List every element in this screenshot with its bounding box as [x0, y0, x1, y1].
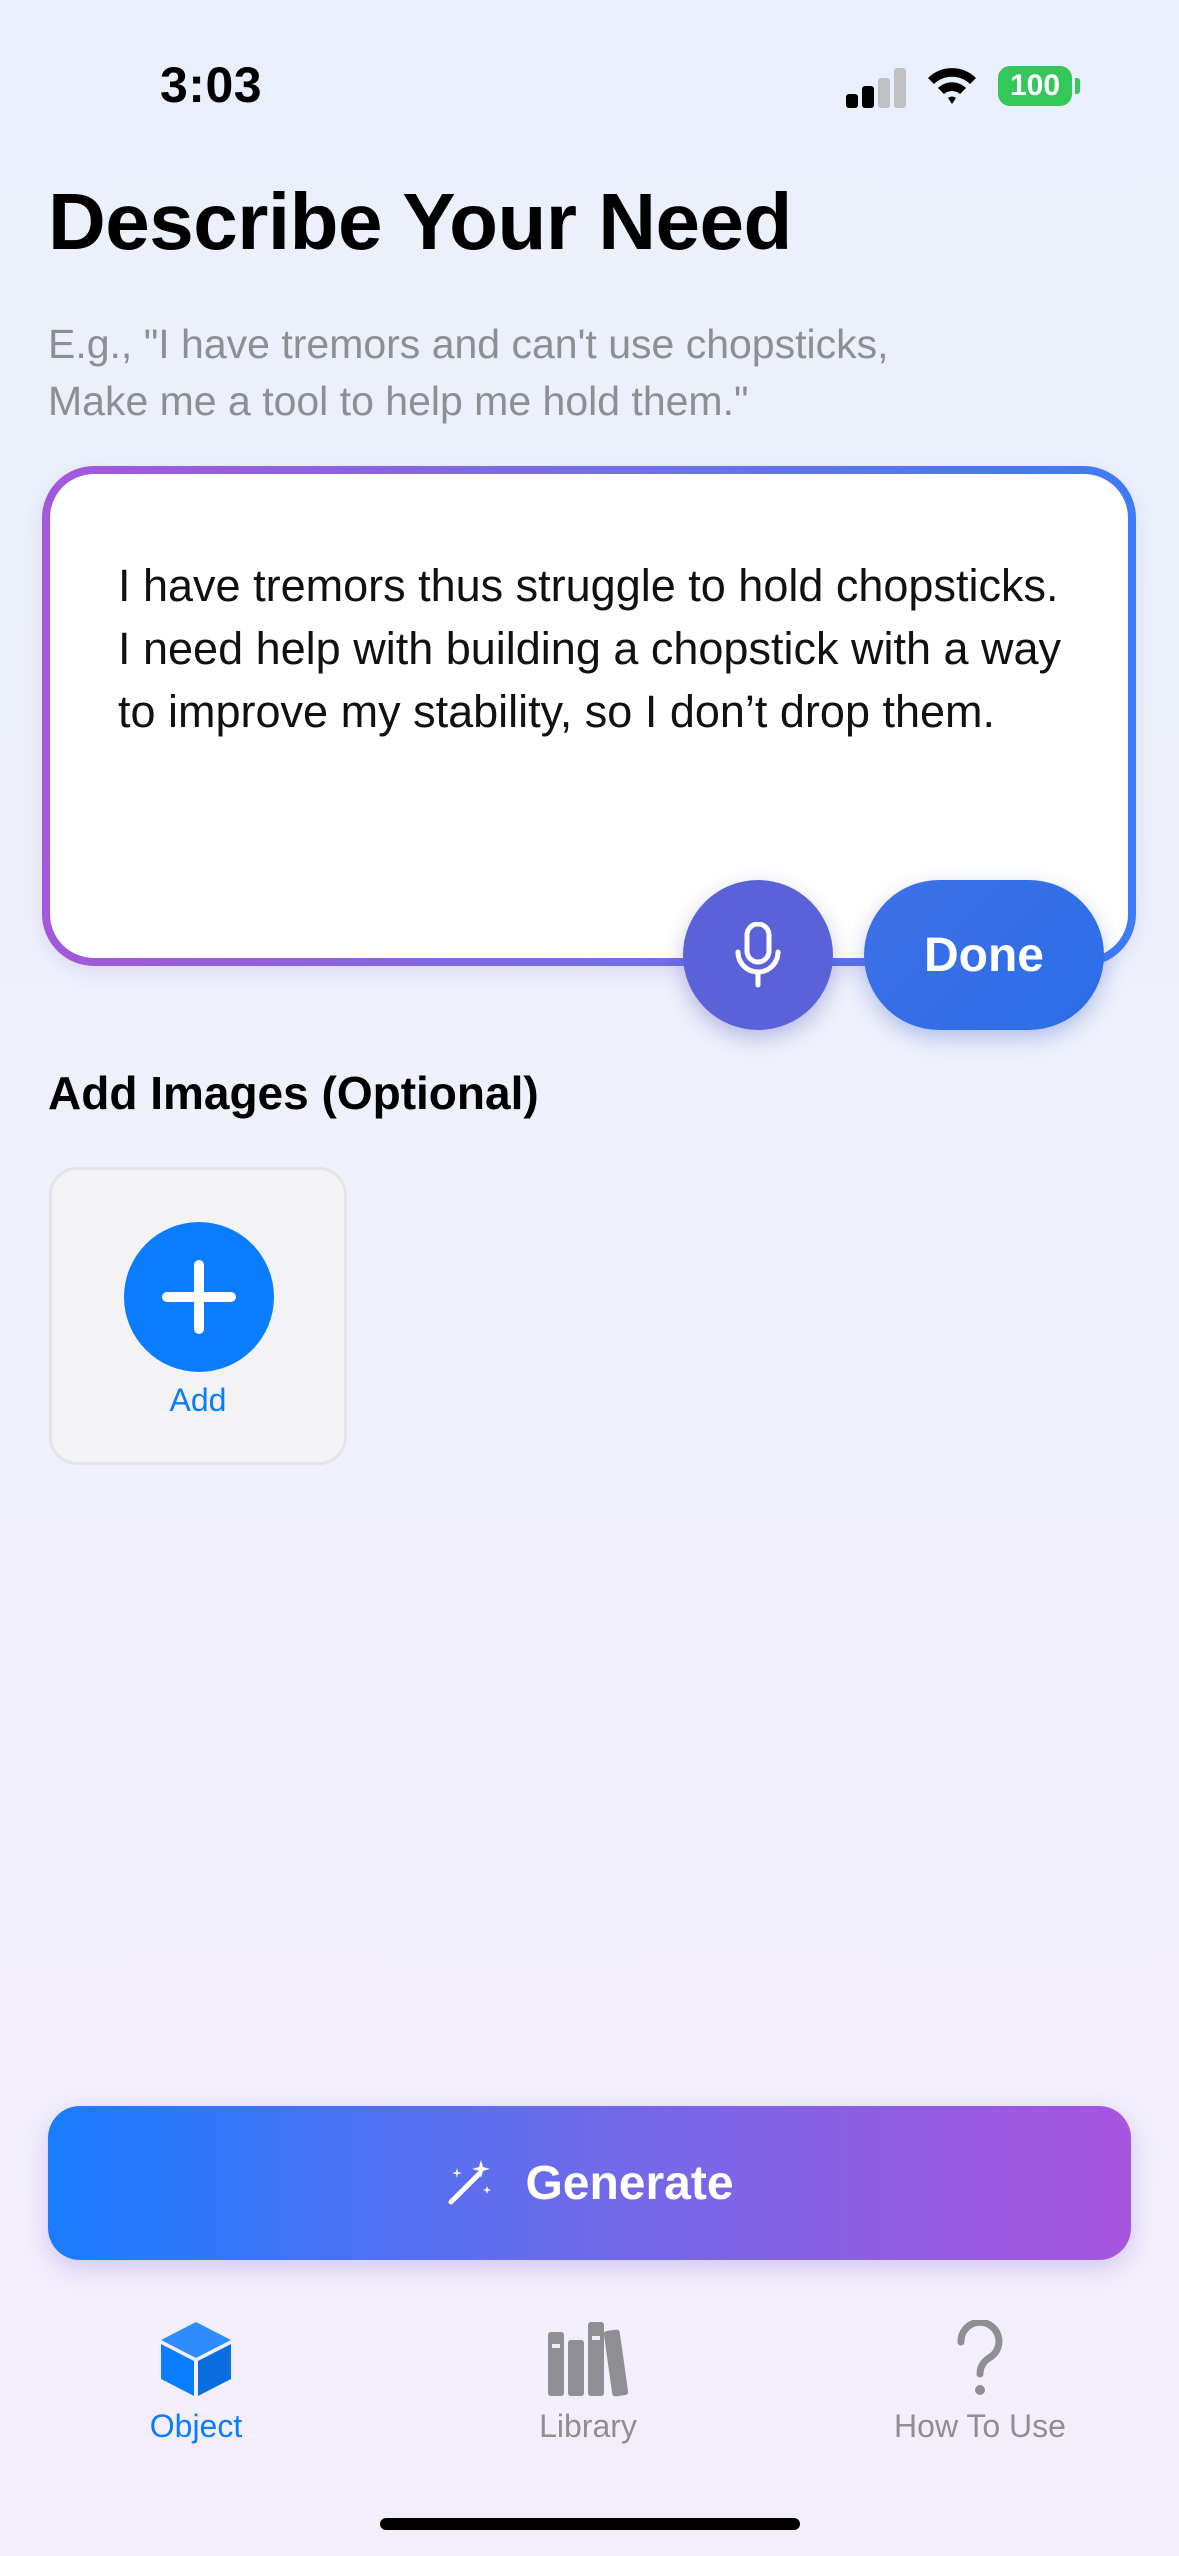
- battery-cap: [1075, 78, 1080, 94]
- add-image-button[interactable]: Add: [49, 1167, 347, 1465]
- microphone-button[interactable]: [683, 880, 833, 1030]
- done-button[interactable]: Done: [864, 880, 1104, 1030]
- hint-text: E.g., "I have tremors and can't use chop…: [48, 316, 1108, 430]
- tab-object-label: Object: [149, 2408, 243, 2444]
- add-images-label: Add Images (Optional): [48, 1067, 539, 1119]
- plus-icon: [124, 1222, 274, 1372]
- tab-library-label: Library: [539, 2408, 637, 2444]
- tab-how-to-use-label: How To Use: [894, 2408, 1066, 2444]
- tab-object[interactable]: Object: [46, 2320, 346, 2460]
- magic-wand-sparkles-icon: [448, 2160, 492, 2205]
- cube-icon: [161, 2322, 231, 2396]
- wifi-icon: [926, 64, 978, 108]
- cellular-signal-icon: [846, 68, 906, 108]
- page-title: Describe Your Need: [48, 177, 792, 266]
- battery-icon: 100: [998, 66, 1072, 106]
- generate-label: Generate: [525, 2156, 734, 2210]
- home-indicator[interactable]: [380, 2518, 800, 2530]
- books-icon: [548, 2322, 629, 2397]
- status-time: 3:03: [160, 57, 263, 113]
- tab-library[interactable]: Library: [438, 2320, 738, 2460]
- hint-line-2: Make me a tool to help me hold them.": [48, 378, 749, 424]
- hint-line-1: E.g., "I have tremors and can't use chop…: [48, 321, 889, 367]
- question-mark-icon: [957, 2320, 1003, 2395]
- tab-how-to-use[interactable]: How To Use: [830, 2320, 1130, 2460]
- microphone-icon: [735, 922, 781, 988]
- add-image-label: Add: [169, 1382, 227, 1418]
- generate-button[interactable]: Generate: [48, 2106, 1131, 2260]
